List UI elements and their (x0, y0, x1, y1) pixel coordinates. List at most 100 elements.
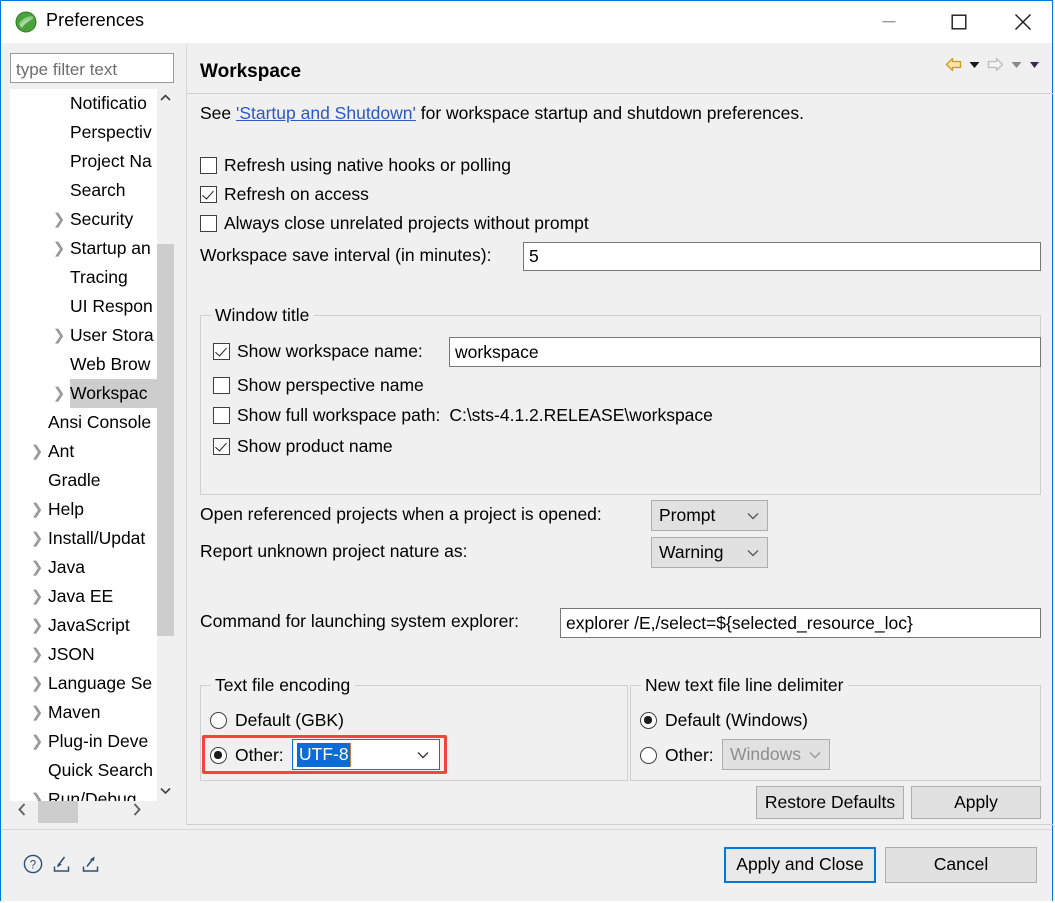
checkbox-box[interactable] (200, 186, 217, 203)
sidebar-item-label: User Stora (70, 321, 154, 350)
back-arrow-icon[interactable] (945, 57, 962, 72)
sidebar-item-label: Tracing (70, 263, 128, 292)
tree-vertical-scrollbar[interactable] (157, 89, 174, 801)
encoding-other-combo[interactable]: UTF-8 (292, 739, 440, 770)
chevron-right-icon[interactable]: ❯ (30, 640, 44, 669)
checkbox-box[interactable] (200, 157, 217, 174)
radio-circle[interactable] (210, 712, 227, 729)
checkbox-show-product-name[interactable]: Show product name (213, 436, 393, 457)
tree-horizontal-scrollbar[interactable] (10, 801, 174, 823)
checkbox-always-close-unrelated[interactable]: Always close unrelated projects without … (200, 213, 589, 234)
sidebar-item[interactable]: Quick Search (10, 756, 158, 785)
checkbox-box[interactable] (213, 343, 230, 360)
radio-circle[interactable] (640, 712, 657, 729)
radio-circle[interactable] (210, 747, 227, 764)
checkbox-show-workspace-name[interactable]: Show workspace name: (213, 341, 423, 362)
sidebar-item[interactable]: ❯User Stora (10, 321, 158, 350)
radio-circle[interactable] (640, 747, 657, 764)
chevron-right-icon[interactable]: ❯ (30, 611, 44, 640)
checkbox-refresh-on-access[interactable]: Refresh on access (200, 184, 369, 205)
sidebar-item[interactable]: Gradle (10, 466, 158, 495)
chevron-right-icon[interactable]: ❯ (30, 553, 44, 582)
chevron-right-icon[interactable]: ❯ (30, 727, 44, 756)
combo-value: Windows (730, 744, 801, 765)
sidebar-item-label: Language Se (48, 669, 152, 698)
sidebar-item[interactable]: Notificatio (10, 89, 158, 118)
search-input[interactable] (10, 53, 174, 83)
scroll-down-icon[interactable] (157, 782, 174, 801)
sidebar-item[interactable]: ❯Java EE (10, 582, 158, 611)
apply-button[interactable]: Apply (911, 786, 1041, 819)
apply-and-close-button[interactable]: Apply and Close (724, 847, 876, 883)
sidebar-item[interactable]: ❯JavaScript (10, 611, 158, 640)
sidebar-item[interactable]: Search (10, 176, 158, 205)
report-nature-combo[interactable]: Warning (651, 537, 768, 568)
sidebar-item[interactable]: Project Na (10, 147, 158, 176)
explorer-command-input[interactable] (560, 608, 1041, 638)
maximize-button[interactable] (936, 1, 982, 43)
import-icon[interactable] (51, 854, 72, 874)
view-menu-icon[interactable] (1029, 61, 1040, 69)
sidebar-item[interactable]: ❯Java (10, 553, 158, 582)
sidebar-item[interactable]: ❯Startup an (10, 234, 158, 263)
vertical-scrollbar-thumb[interactable] (157, 244, 174, 636)
help-question-icon[interactable]: ? (23, 854, 43, 874)
chevron-right-icon[interactable]: ❯ (30, 495, 44, 524)
restore-defaults-button[interactable]: Restore Defaults (756, 786, 904, 819)
sidebar-item[interactable]: ❯Run/Debug (10, 785, 158, 801)
preferences-tree[interactable]: NotificatioPerspectivProject NaSearch❯Se… (10, 89, 174, 801)
chevron-right-icon[interactable]: ❯ (30, 669, 44, 698)
sidebar-item[interactable]: ❯Maven (10, 698, 158, 727)
checkbox-box[interactable] (213, 377, 230, 394)
radio-encoding-other[interactable]: Other: (210, 745, 284, 766)
back-dropdown-icon[interactable] (969, 61, 980, 69)
sidebar-item[interactable]: Ansi Console (10, 408, 158, 437)
sidebar-item[interactable]: Tracing (10, 263, 158, 292)
checkbox-box[interactable] (213, 407, 230, 424)
radio-delimiter-other[interactable]: Other: (640, 745, 714, 766)
workspace-name-input[interactable] (449, 337, 1041, 367)
checkbox-show-perspective-name[interactable]: Show perspective name (213, 375, 424, 396)
sidebar-item-label: Gradle (48, 466, 101, 495)
chevron-right-icon[interactable]: ❯ (30, 437, 44, 466)
minimize-button[interactable] (866, 1, 912, 43)
sidebar-item[interactable]: ❯Help (10, 495, 158, 524)
cancel-button[interactable]: Cancel (885, 847, 1037, 883)
chevron-right-icon[interactable]: ❯ (30, 524, 44, 553)
chevron-right-icon[interactable]: ❯ (30, 785, 44, 801)
sidebar-item[interactable]: ❯Ant (10, 437, 158, 466)
chevron-right-icon[interactable]: ❯ (30, 582, 44, 611)
chevron-down-icon[interactable] (417, 751, 429, 759)
startup-shutdown-link[interactable]: 'Startup and Shutdown' (236, 103, 416, 123)
save-interval-input[interactable] (523, 242, 1041, 271)
chevron-right-icon[interactable]: ❯ (52, 379, 66, 408)
radio-delimiter-default[interactable]: Default (Windows) (640, 710, 808, 731)
horizontal-scrollbar-thumb[interactable] (38, 801, 78, 823)
sidebar-item[interactable]: Web Brow (10, 350, 158, 379)
sidebar-item-label: Ant (48, 437, 74, 466)
close-button[interactable] (1000, 1, 1046, 43)
scroll-left-icon[interactable] (12, 801, 31, 823)
chevron-right-icon[interactable]: ❯ (52, 234, 66, 263)
sidebar-item[interactable]: Perspectiv (10, 118, 158, 147)
radio-encoding-default[interactable]: Default (GBK) (210, 710, 344, 731)
sidebar-item[interactable]: ❯Workspac (10, 379, 158, 408)
scroll-right-icon[interactable] (127, 801, 146, 823)
checkbox-box[interactable] (213, 438, 230, 455)
encoding-value[interactable]: UTF-8 (297, 743, 351, 767)
sidebar-item[interactable]: ❯JSON (10, 640, 158, 669)
scroll-up-icon[interactable] (157, 89, 174, 108)
checkbox-refresh-native-hooks[interactable]: Refresh using native hooks or polling (200, 155, 511, 176)
open-referenced-combo[interactable]: Prompt (651, 500, 768, 531)
sidebar-item[interactable]: ❯Security (10, 205, 158, 234)
chevron-right-icon[interactable]: ❯ (52, 321, 66, 350)
sidebar-item[interactable]: ❯Plug-in Deve (10, 727, 158, 756)
chevron-right-icon[interactable]: ❯ (52, 205, 66, 234)
export-icon[interactable] (80, 854, 101, 874)
sidebar-item[interactable]: ❯Language Se (10, 669, 158, 698)
checkbox-box[interactable] (200, 215, 217, 232)
chevron-right-icon[interactable]: ❯ (30, 698, 44, 727)
checkbox-show-full-workspace-path[interactable]: Show full workspace path: C:\sts-4.1.2.R… (213, 405, 713, 426)
sidebar-item[interactable]: UI Respon (10, 292, 158, 321)
sidebar-item[interactable]: ❯Install/Updat (10, 524, 158, 553)
